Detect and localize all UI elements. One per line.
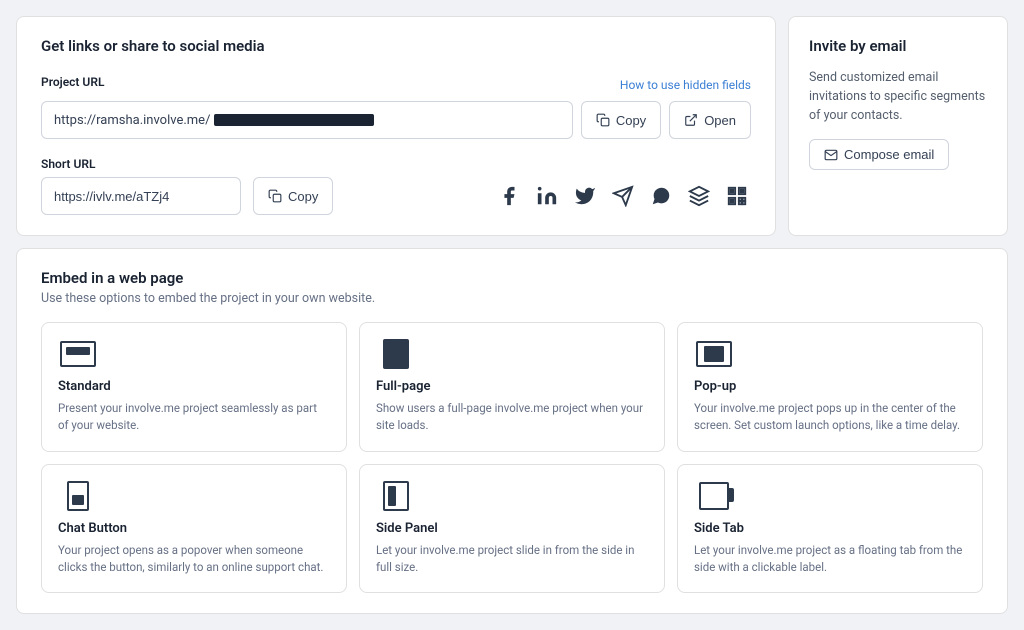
open-icon — [684, 113, 698, 127]
sidepanel-description: Let your involve.me project slide in fro… — [376, 542, 648, 577]
short-url-row: Copy — [41, 177, 751, 215]
social-icons — [495, 182, 751, 210]
popup-title: Pop-up — [694, 379, 966, 394]
standard-description: Present your involve.me project seamless… — [58, 400, 330, 435]
sidepanel-title: Side Panel — [376, 521, 648, 536]
project-url-text: https://ramsha.involve.me/ — [54, 113, 210, 128]
invite-panel-title: Invite by email — [809, 37, 987, 55]
top-row: Get links or share to social media Proje… — [16, 16, 1008, 236]
chat-icon-container — [58, 481, 98, 511]
project-url-row: https://ramsha.involve.me/ Copy Open — [41, 101, 751, 139]
embed-card-standard[interactable]: Standard Present your involve.me project… — [41, 322, 347, 452]
embed-panel: Embed in a web page Use these options to… — [16, 248, 1008, 614]
twitter-icon[interactable] — [571, 182, 599, 210]
sidepanel-icon-container — [376, 481, 416, 511]
fullpage-title: Full-page — [376, 379, 648, 394]
share-panel-title: Get links or share to social media — [41, 37, 751, 55]
popup-description: Your involve.me project pops up in the c… — [694, 400, 966, 435]
url-row-header: Project URL How to use hidden fields — [41, 75, 751, 95]
standard-icon — [60, 341, 96, 367]
embed-card-popup[interactable]: Pop-up Your involve.me project pops up i… — [677, 322, 983, 452]
standard-title: Standard — [58, 379, 330, 394]
copy-project-url-button[interactable]: Copy — [581, 101, 661, 139]
project-url-section: Project URL How to use hidden fields htt… — [41, 75, 751, 139]
linkedin-icon[interactable] — [533, 182, 561, 210]
embed-card-sidetab[interactable]: Side Tab Let your involve.me project as … — [677, 464, 983, 594]
main-container: Get links or share to social media Proje… — [16, 16, 1008, 614]
whatsapp-icon[interactable] — [647, 182, 675, 210]
embed-panel-title: Embed in a web page — [41, 269, 983, 287]
email-icon — [824, 148, 838, 162]
buffer-icon[interactable] — [685, 182, 713, 210]
popup-icon — [696, 341, 732, 367]
fullpage-icon — [383, 339, 409, 369]
chat-title: Chat Button — [58, 521, 330, 536]
sidetab-title: Side Tab — [694, 521, 966, 536]
invite-panel: Invite by email Send customized email in… — [788, 16, 1008, 236]
sidetab-icon-container — [694, 481, 734, 511]
facebook-icon[interactable] — [495, 182, 523, 210]
open-url-button[interactable]: Open — [669, 101, 751, 139]
short-url-label: Short URL — [41, 157, 751, 171]
compose-email-button[interactable]: Compose email — [809, 139, 949, 170]
popup-icon-container — [694, 339, 734, 369]
telegram-icon[interactable] — [609, 182, 637, 210]
fullpage-description: Show users a full-page involve.me projec… — [376, 400, 648, 435]
share-panel: Get links or share to social media Proje… — [16, 16, 776, 236]
sidetab-description: Let your involve.me project as a floatin… — [694, 542, 966, 577]
short-url-section: Short URL Copy — [41, 157, 751, 215]
short-url-input[interactable] — [41, 177, 241, 215]
fullpage-icon-container — [376, 339, 416, 369]
hidden-fields-link[interactable]: How to use hidden fields — [620, 78, 751, 92]
sidepanel-icon — [383, 481, 409, 511]
embed-grid: Standard Present your involve.me project… — [41, 322, 983, 593]
copy-short-url-button[interactable]: Copy — [253, 177, 333, 215]
embed-card-chat[interactable]: Chat Button Your project opens as a popo… — [41, 464, 347, 594]
embed-panel-subtitle: Use these options to embed the project i… — [41, 291, 983, 306]
copy-icon — [596, 113, 610, 127]
copy-short-icon — [268, 189, 282, 203]
sidetab-icon — [699, 482, 729, 510]
project-url-label: Project URL — [41, 75, 104, 89]
embed-card-fullpage[interactable]: Full-page Show users a full-page involve… — [359, 322, 665, 452]
qr-icon[interactable] — [723, 182, 751, 210]
project-url-input-container: https://ramsha.involve.me/ — [41, 101, 573, 139]
standard-icon-container — [58, 339, 98, 369]
chat-icon — [67, 481, 89, 511]
masked-url — [214, 114, 374, 126]
chat-description: Your project opens as a popover when som… — [58, 542, 330, 577]
embed-card-sidepanel[interactable]: Side Panel Let your involve.me project s… — [359, 464, 665, 594]
invite-panel-description: Send customized email invitations to spe… — [809, 69, 987, 125]
